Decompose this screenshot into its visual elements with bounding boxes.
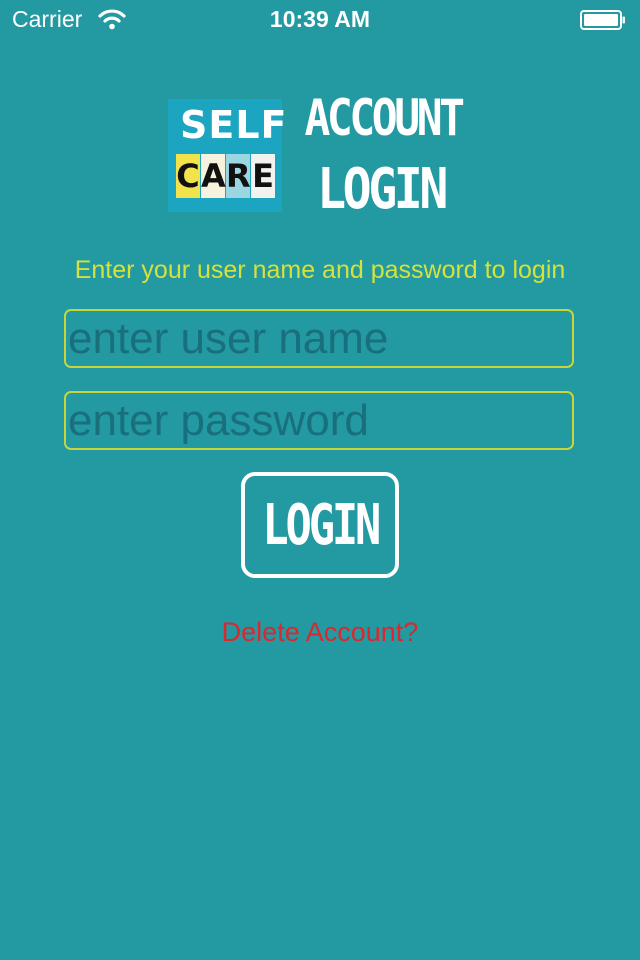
login-button-label: LOGIN xyxy=(262,492,381,558)
logo-care-letter: E xyxy=(251,154,275,198)
logo-care-letter: C xyxy=(176,154,200,198)
logo-care-letter: R xyxy=(226,154,251,198)
username-input[interactable] xyxy=(64,309,574,368)
password-input[interactable] xyxy=(64,391,574,450)
login-button[interactable]: LOGIN xyxy=(241,472,399,578)
delete-account-link[interactable]: Delete Account? xyxy=(0,617,640,648)
logo-care-text: C A R E xyxy=(176,154,276,200)
login-instructions: Enter your user name and password to log… xyxy=(74,256,566,284)
title-line-login: LOGIN xyxy=(317,157,448,222)
title-line-account: ACCOUNT xyxy=(304,89,465,147)
logo-care-letter: A xyxy=(201,154,226,198)
battery-icon xyxy=(580,10,625,30)
page-title: ACCOUNT LOGIN xyxy=(292,82,470,226)
status-bar: Carrier 10:39 AM xyxy=(0,0,640,40)
self-care-logo: SELF C A R E xyxy=(168,99,287,212)
logo-self-text: SELF xyxy=(180,103,288,147)
status-time: 10:39 AM xyxy=(269,6,371,32)
